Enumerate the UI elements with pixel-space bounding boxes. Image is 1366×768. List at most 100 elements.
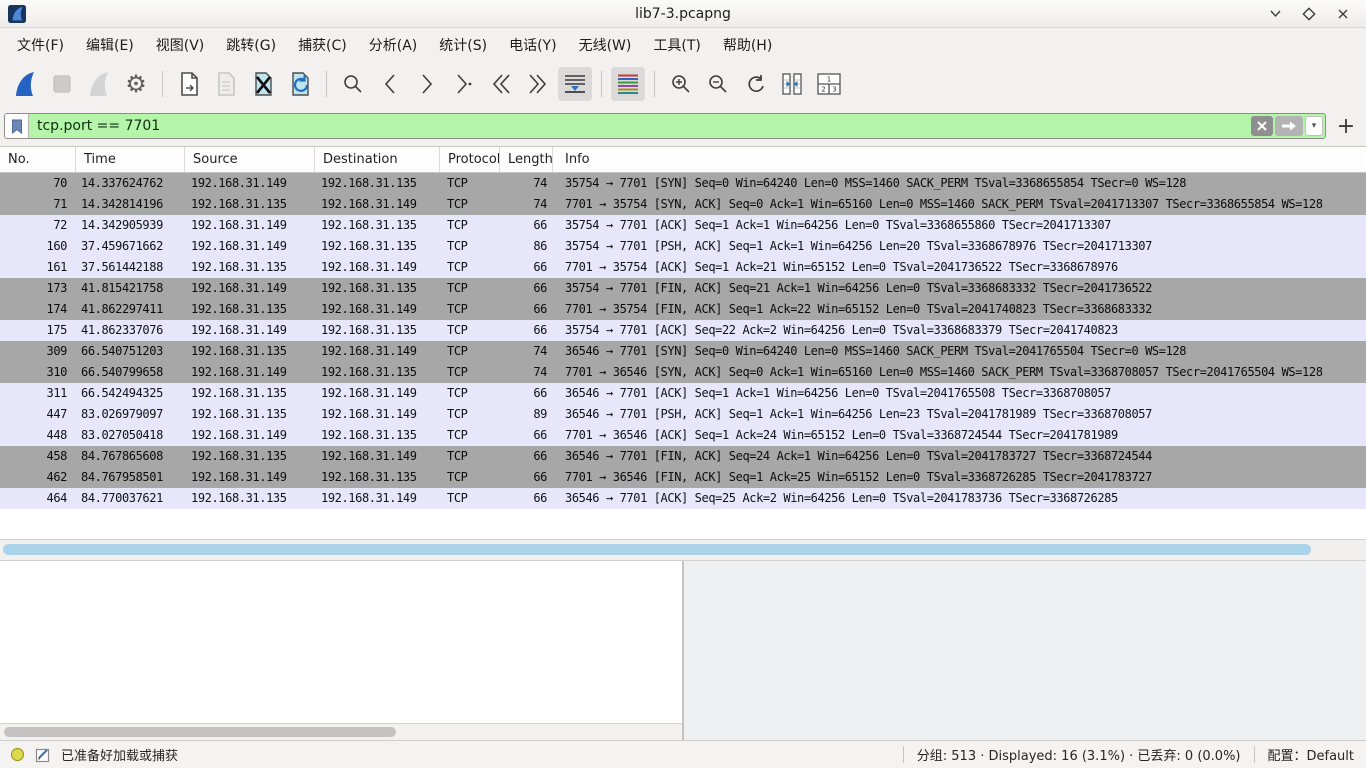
menu-item[interactable]: 视图(V) <box>145 31 216 59</box>
column-header[interactable]: No. <box>0 147 76 172</box>
cell-info: 36546 → 7701 [FIN, ACK] Seq=24 Ack=1 Win… <box>553 446 1366 467</box>
zoom-out-button[interactable] <box>701 67 735 101</box>
cell-time: 41.862297411 <box>76 299 185 320</box>
cell-info: 35754 → 7701 [SYN] Seq=0 Win=64240 Len=0… <box>553 173 1366 194</box>
cell-time: 41.815421758 <box>76 278 185 299</box>
auto-scroll-button[interactable] <box>558 67 592 101</box>
cell-no: 458 <box>0 446 76 467</box>
display-filter-input[interactable] <box>29 114 1249 138</box>
cell-dst: 192.168.31.135 <box>315 467 440 488</box>
zoom-reset-button[interactable] <box>738 67 772 101</box>
go-to-packet-button[interactable] <box>447 67 481 101</box>
expert-info-icon[interactable] <box>10 747 25 762</box>
stop-capture-button[interactable] <box>45 67 79 101</box>
column-header[interactable]: Destination <box>315 147 440 172</box>
packet-row[interactable]: 46484.770037621192.168.31.135192.168.31.… <box>0 488 1366 509</box>
menu-item[interactable]: 统计(S) <box>428 31 498 59</box>
packet-row[interactable]: 17441.862297411192.168.31.135192.168.31.… <box>0 299 1366 320</box>
find-packet-button[interactable] <box>336 67 370 101</box>
zoom-in-button[interactable] <box>664 67 698 101</box>
minimize-button[interactable] <box>1266 5 1284 23</box>
maximize-button[interactable] <box>1300 5 1318 23</box>
go-first-packet-button[interactable] <box>484 67 518 101</box>
cell-dst: 192.168.31.135 <box>315 362 440 383</box>
go-last-packet-button[interactable] <box>521 67 555 101</box>
packet-details-pane[interactable] <box>0 561 684 740</box>
details-hscrollbar-thumb[interactable] <box>4 727 396 737</box>
filter-bookmark-button[interactable] <box>5 114 29 138</box>
column-header[interactable]: Time <box>76 147 185 172</box>
close-button[interactable] <box>1334 5 1352 23</box>
packet-row[interactable]: 44883.027050418192.168.31.149192.168.31.… <box>0 425 1366 446</box>
column-header[interactable]: Length <box>500 147 553 172</box>
cell-time: 37.561442188 <box>76 257 185 278</box>
reload-file-button[interactable] <box>283 67 317 101</box>
filter-dropdown-button[interactable]: ▾ <box>1305 116 1323 136</box>
capture-comment-icon[interactable] <box>35 747 51 763</box>
menu-item[interactable]: 分析(A) <box>358 31 429 59</box>
menu-item[interactable]: 无线(W) <box>568 31 643 59</box>
layout-chooser-button[interactable]: 123 <box>812 67 846 101</box>
go-forward-button[interactable] <box>410 67 444 101</box>
cell-no: 462 <box>0 467 76 488</box>
cell-dst: 192.168.31.149 <box>315 404 440 425</box>
menu-item[interactable]: 捕获(C) <box>287 31 358 59</box>
add-filter-button[interactable]: + <box>1336 114 1356 139</box>
cell-time: 66.540799658 <box>76 362 185 383</box>
restart-capture-button[interactable] <box>82 67 116 101</box>
cell-no: 311 <box>0 383 76 404</box>
cell-no: 174 <box>0 299 76 320</box>
cell-dst: 192.168.31.149 <box>315 194 440 215</box>
packet-row[interactable]: 17541.862337076192.168.31.149192.168.31.… <box>0 320 1366 341</box>
toolbar-separator <box>326 71 327 97</box>
packet-row[interactable]: 31066.540799658192.168.31.149192.168.31.… <box>0 362 1366 383</box>
cell-info: 7701 → 35754 [FIN, ACK] Seq=1 Ack=22 Win… <box>553 299 1366 320</box>
profile-text[interactable]: 配置：Default <box>1268 745 1355 764</box>
packet-row[interactable]: 17341.815421758192.168.31.149192.168.31.… <box>0 278 1366 299</box>
go-back-button[interactable] <box>373 67 407 101</box>
column-header[interactable]: Protocol <box>440 147 500 172</box>
cell-src: 192.168.31.135 <box>185 383 315 404</box>
cell-dst: 192.168.31.149 <box>315 341 440 362</box>
save-file-button[interactable] <box>209 67 243 101</box>
resize-columns-button[interactable] <box>775 67 809 101</box>
cell-time: 14.337624762 <box>76 173 185 194</box>
hscrollbar-thumb[interactable] <box>3 544 1311 555</box>
menu-item[interactable]: 跳转(G) <box>215 31 287 59</box>
cell-time: 84.770037621 <box>76 488 185 509</box>
start-capture-button[interactable] <box>8 67 42 101</box>
menu-item[interactable]: 电话(Y) <box>498 31 567 59</box>
toolbar-separator <box>162 71 163 97</box>
cell-src: 192.168.31.135 <box>185 404 315 425</box>
packet-row[interactable]: 45884.767865608192.168.31.135192.168.31.… <box>0 446 1366 467</box>
cell-info: 35754 → 7701 [PSH, ACK] Seq=1 Ack=1 Win=… <box>553 236 1366 257</box>
menu-item[interactable]: 帮助(H) <box>712 31 783 59</box>
packet-row[interactable]: 7014.337624762192.168.31.149192.168.31.1… <box>0 173 1366 194</box>
packet-bytes-pane[interactable] <box>684 561 1366 740</box>
colorize-packets-button[interactable] <box>611 67 645 101</box>
capture-options-button[interactable]: ⚙ <box>119 67 153 101</box>
cell-dst: 192.168.31.135 <box>315 320 440 341</box>
gear-icon: ⚙ <box>125 72 147 96</box>
column-header[interactable]: Info <box>553 147 1366 172</box>
main-toolbar: ⚙ <box>0 62 1366 106</box>
filter-clear-button[interactable] <box>1251 116 1273 136</box>
open-file-button[interactable] <box>172 67 206 101</box>
cell-proto: TCP <box>440 278 500 299</box>
menu-item[interactable]: 编辑(E) <box>75 31 145 59</box>
packet-row[interactable]: 16037.459671662192.168.31.149192.168.31.… <box>0 236 1366 257</box>
packet-row[interactable]: 31166.542494325192.168.31.135192.168.31.… <box>0 383 1366 404</box>
cell-len: 74 <box>500 194 553 215</box>
filter-apply-button[interactable] <box>1275 116 1303 136</box>
cell-src: 192.168.31.135 <box>185 488 315 509</box>
packet-row[interactable]: 7114.342814196192.168.31.135192.168.31.1… <box>0 194 1366 215</box>
packet-row[interactable]: 44783.026979097192.168.31.135192.168.31.… <box>0 404 1366 425</box>
column-header[interactable]: Source <box>185 147 315 172</box>
packet-row[interactable]: 7214.342905939192.168.31.149192.168.31.1… <box>0 215 1366 236</box>
menu-item[interactable]: 文件(F) <box>6 31 75 59</box>
packet-row[interactable]: 46284.767958501192.168.31.149192.168.31.… <box>0 467 1366 488</box>
packet-row[interactable]: 16137.561442188192.168.31.135192.168.31.… <box>0 257 1366 278</box>
packet-row[interactable]: 30966.540751203192.168.31.135192.168.31.… <box>0 341 1366 362</box>
menu-item[interactable]: 工具(T) <box>642 31 711 59</box>
close-file-button[interactable] <box>246 67 280 101</box>
